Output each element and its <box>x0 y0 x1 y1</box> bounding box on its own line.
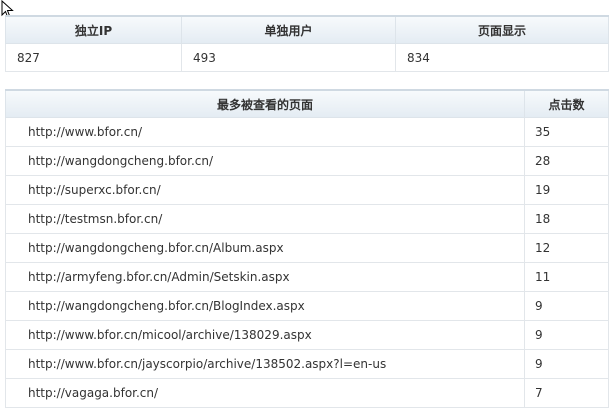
click-count: 9 <box>524 291 609 321</box>
click-count: 11 <box>524 262 609 292</box>
click-count: 7 <box>524 378 609 408</box>
table-row: http://vagaga.bfor.cn/ 7 <box>5 378 609 408</box>
table-row: http://testmsn.bfor.cn/ 18 <box>5 204 609 234</box>
header-unique-ip: 独立IP <box>5 15 182 44</box>
click-count: 9 <box>524 320 609 350</box>
table-row: http://wangdongcheng.bfor.cn/BlogIndex.a… <box>5 291 609 321</box>
header-most-viewed-pages: 最多被查看的页面 <box>5 89 525 118</box>
table-row: http://wangdongcheng.bfor.cn/ 28 <box>5 146 609 176</box>
most-viewed-pages-table: 最多被查看的页面 点击数 http://www.bfor.cn/ 35 http… <box>5 89 609 408</box>
value-unique-ip: 827 <box>5 43 182 72</box>
page-url: http://armyfeng.bfor.cn/Admin/Setskin.as… <box>5 262 525 292</box>
click-count: 9 <box>524 349 609 379</box>
summary-header-row: 独立IP 单独用户 页面显示 <box>5 15 609 44</box>
click-count: 12 <box>524 233 609 263</box>
table-row: http://superxc.bfor.cn/ 19 <box>5 175 609 205</box>
page-url: http://www.bfor.cn/ <box>5 117 525 147</box>
pages-header-row: 最多被查看的页面 点击数 <box>5 89 609 118</box>
table-row: http://armyfeng.bfor.cn/Admin/Setskin.as… <box>5 262 609 292</box>
table-row: http://www.bfor.cn/micool/archive/138029… <box>5 320 609 350</box>
page-url: http://www.bfor.cn/jayscorpio/archive/13… <box>5 349 525 379</box>
click-count: 19 <box>524 175 609 205</box>
table-row: http://www.bfor.cn/jayscorpio/archive/13… <box>5 349 609 379</box>
value-unique-users: 493 <box>181 43 396 72</box>
header-unique-users: 单独用户 <box>181 15 396 44</box>
page-url: http://wangdongcheng.bfor.cn/BlogIndex.a… <box>5 291 525 321</box>
value-page-views: 834 <box>395 43 609 72</box>
page-url: http://wangdongcheng.bfor.cn/ <box>5 146 525 176</box>
page-url: http://superxc.bfor.cn/ <box>5 175 525 205</box>
page-url: http://www.bfor.cn/micool/archive/138029… <box>5 320 525 350</box>
header-page-views: 页面显示 <box>395 15 609 44</box>
table-row: http://www.bfor.cn/ 35 <box>5 117 609 147</box>
table-row: http://wangdongcheng.bfor.cn/Album.aspx … <box>5 233 609 263</box>
summary-value-row: 827 493 834 <box>5 43 609 72</box>
page-url: http://testmsn.bfor.cn/ <box>5 204 525 234</box>
click-count: 35 <box>524 117 609 147</box>
header-click-count: 点击数 <box>524 89 609 118</box>
click-count: 28 <box>524 146 609 176</box>
page-url: http://vagaga.bfor.cn/ <box>5 378 525 408</box>
click-count: 18 <box>524 204 609 234</box>
page-url: http://wangdongcheng.bfor.cn/Album.aspx <box>5 233 525 263</box>
summary-stats-table: 独立IP 单独用户 页面显示 827 493 834 <box>5 15 609 72</box>
